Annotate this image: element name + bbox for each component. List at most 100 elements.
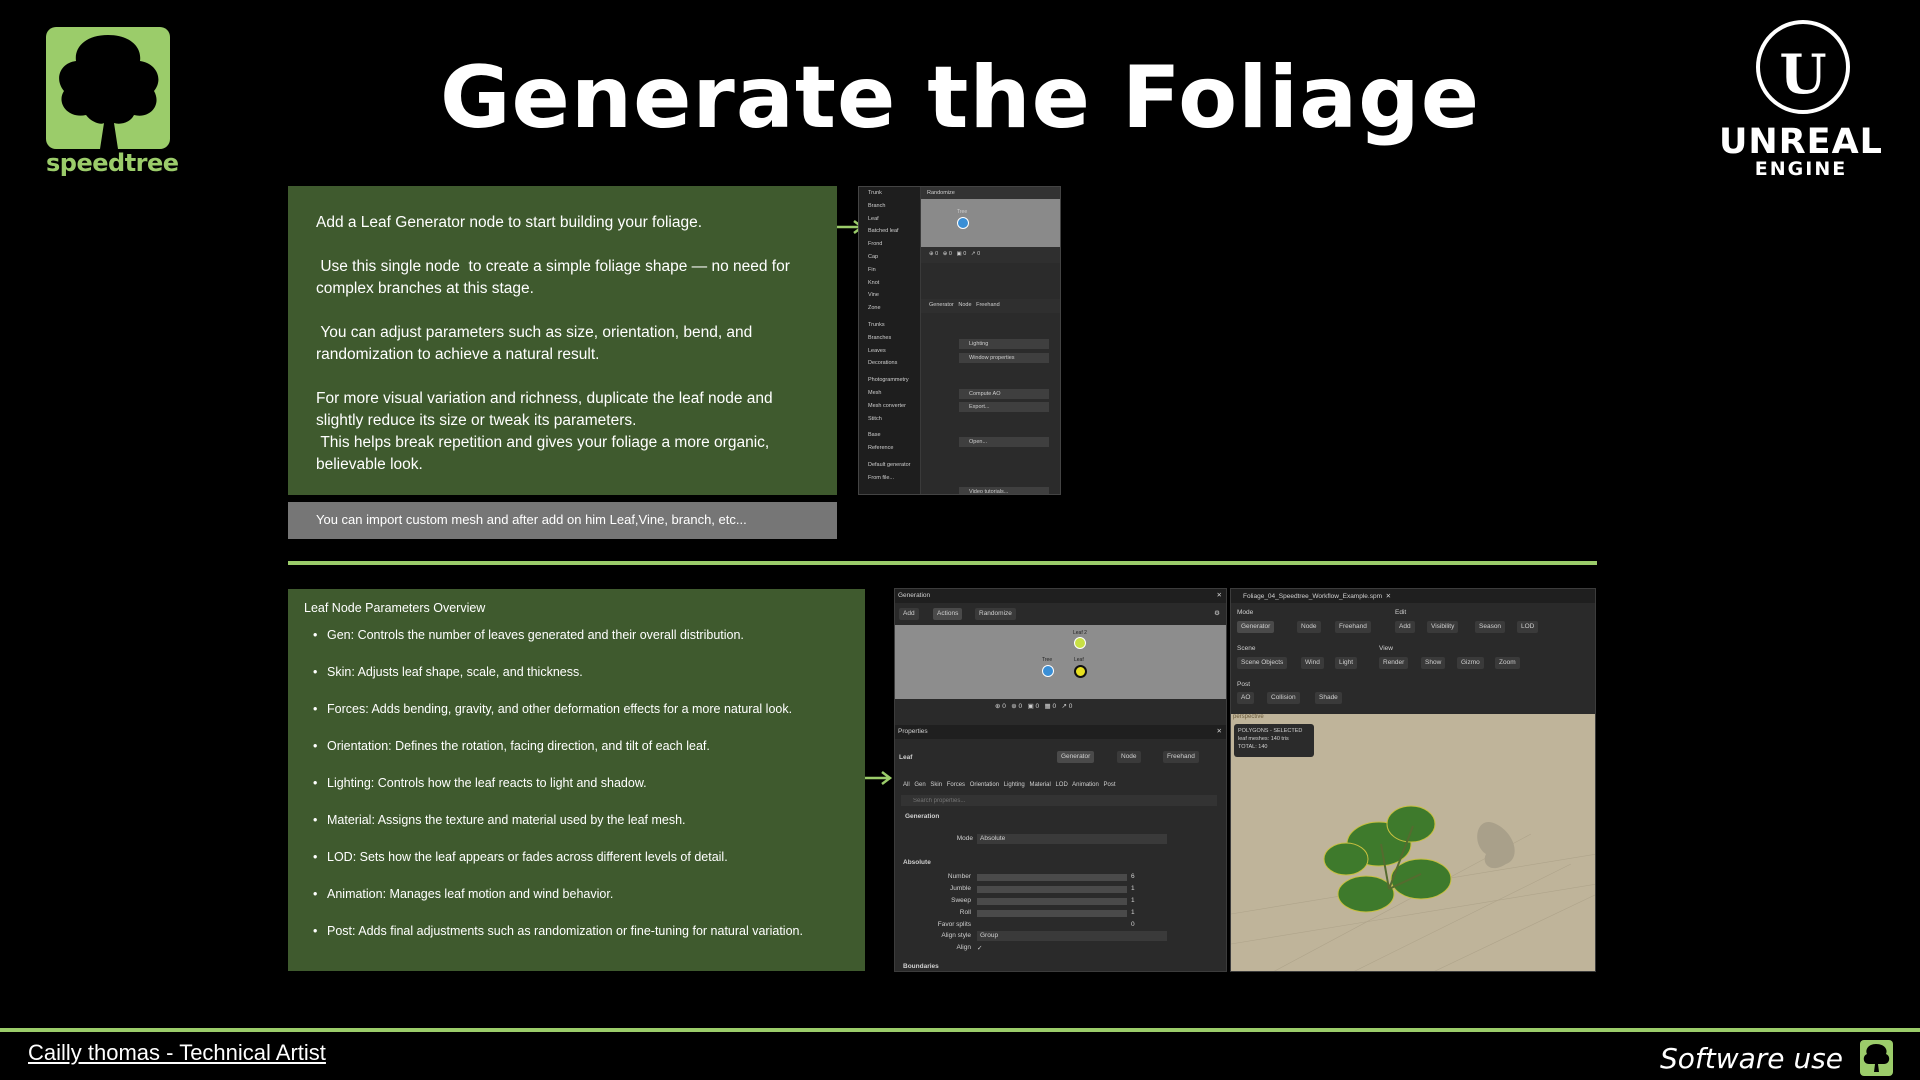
param-value[interactable]: 1 [1131, 883, 1161, 895]
number-slider[interactable] [977, 874, 1127, 881]
param-value[interactable]: 1 [1131, 895, 1161, 907]
node-graph: Tree [921, 199, 1060, 247]
menu-item[interactable]: Trunks [859, 319, 920, 332]
menu-item[interactable]: Base [859, 429, 920, 442]
align-style-select[interactable]: Group [977, 931, 1167, 941]
menu-item[interactable]: Zone [859, 302, 920, 315]
gear-icon[interactable]: ⚙ [1214, 609, 1220, 617]
properties-screenshot: Generation ✕ Add Actions Randomize ⚙ Lea… [894, 588, 1227, 972]
render-button[interactable]: Render [1379, 657, 1409, 669]
subtab[interactable]: Gen [914, 782, 925, 788]
speedtree-small-icon [1860, 1040, 1893, 1076]
param-label: Roll [959, 909, 971, 916]
mode-select[interactable]: Absolute [977, 834, 1167, 844]
shade-button[interactable]: Shade [1315, 692, 1342, 704]
node-button[interactable]: Node [1297, 621, 1321, 633]
menu-item[interactable]: Trunk [859, 187, 920, 200]
gizmo-button[interactable]: Gizmo [1457, 657, 1484, 669]
subtab[interactable]: Post [1104, 782, 1116, 788]
menu-item[interactable]: Branch [859, 200, 920, 213]
menu-item[interactable]: Leaves [859, 345, 920, 358]
export-row[interactable]: Export... [959, 402, 1049, 412]
jumble-slider[interactable] [977, 886, 1127, 893]
menu-item[interactable]: Photogrammetry [859, 374, 920, 387]
tree-node[interactable] [1042, 665, 1054, 677]
compute-ao-row[interactable]: Compute AO [959, 389, 1049, 399]
tab-generator[interactable]: Generator [929, 302, 954, 308]
menu-item[interactable]: Branches [859, 332, 920, 345]
video-tutorials-row[interactable]: Video tutorials... [959, 487, 1049, 494]
menu-item[interactable]: Cap [859, 251, 920, 264]
collision-button[interactable]: Collision [1267, 692, 1300, 704]
wind-button[interactable]: Wind [1301, 657, 1324, 669]
sweep-slider[interactable] [977, 898, 1127, 905]
align-checkbox[interactable]: ✓ [977, 944, 982, 952]
window-properties-row[interactable]: Window properties [959, 353, 1049, 363]
3d-viewport[interactable]: perspective POLYGONS - SELECTED leaf mes… [1231, 714, 1595, 971]
subtab[interactable]: Skin [930, 782, 942, 788]
lighting-row[interactable]: Lighting [959, 339, 1049, 349]
subtab[interactable]: Forces [947, 782, 965, 788]
menu-item[interactable]: Reference [859, 442, 920, 455]
actions-button[interactable]: Actions [933, 608, 963, 620]
scene-label: Scene [1237, 645, 1256, 652]
show-button[interactable]: Show [1421, 657, 1446, 669]
search-input[interactable] [901, 795, 1217, 806]
subtab[interactable]: All [903, 782, 910, 788]
menu-item[interactable]: Mesh [859, 387, 920, 400]
document-tab-title: Foliage_04_Speedtree_Workflow_Example.sp… [1243, 593, 1382, 600]
document-tab[interactable]: Foliage_04_Speedtree_Workflow_Example.sp… [1231, 589, 1595, 603]
menu-item[interactable]: Leaf [859, 213, 920, 226]
light-button[interactable]: Light [1335, 657, 1358, 669]
section-divider [288, 561, 1597, 565]
randomize-button[interactable]: Randomize [921, 187, 1060, 199]
list-item: LOD: Sets how the leaf appears or fades … [304, 850, 849, 887]
author-link[interactable]: Cailly thomas - Technical Artist [28, 1040, 326, 1066]
tab-generator[interactable]: Generator [1057, 751, 1095, 763]
menu-item[interactable]: Knot [859, 277, 920, 290]
scene-objects-button[interactable]: Scene Objects [1237, 657, 1288, 669]
generator-button[interactable]: Generator [1237, 621, 1275, 633]
param-value[interactable]: 6 [1131, 871, 1161, 883]
randomize-button[interactable]: Randomize [975, 608, 1016, 620]
generation-section[interactable]: Generation [905, 813, 939, 820]
param-value[interactable]: 0 [1131, 919, 1161, 931]
menu-item[interactable]: Stitch [859, 413, 920, 426]
node-label: Leaf [1074, 657, 1084, 663]
freehand-button[interactable]: Freehand [1335, 621, 1371, 633]
lod-button[interactable]: LOD [1517, 621, 1539, 633]
open-row[interactable]: Open... [959, 437, 1049, 447]
param-value[interactable]: 1 [1131, 907, 1161, 919]
menu-item[interactable]: Vine [859, 289, 920, 302]
subtab[interactable]: Material [1029, 782, 1050, 788]
leaf2-node[interactable] [1074, 637, 1086, 649]
align-style-label: Align style [941, 932, 971, 939]
subtab[interactable]: Orientation [970, 782, 999, 788]
menu-item[interactable]: Mesh converter [859, 400, 920, 413]
menu-item[interactable]: Default generator [859, 459, 920, 472]
season-button[interactable]: Season [1475, 621, 1506, 633]
add-button[interactable]: Add [1395, 621, 1415, 633]
menu-item[interactable]: Frond [859, 238, 920, 251]
subtab[interactable]: Lighting [1004, 782, 1025, 788]
roll-slider[interactable] [977, 910, 1127, 917]
menu-item[interactable]: From file... [859, 472, 920, 485]
ao-button[interactable]: AO [1237, 692, 1255, 704]
tree-node[interactable] [957, 217, 969, 229]
menu-item[interactable]: Decorations [859, 357, 920, 370]
zoom-button[interactable]: Zoom [1495, 657, 1520, 669]
close-icon[interactable]: ✕ [1217, 727, 1222, 735]
tab-freehand[interactable]: Freehand [1163, 751, 1199, 763]
subtab[interactable]: LOD [1055, 782, 1067, 788]
visibility-button[interactable]: Visibility [1427, 621, 1459, 633]
menu-item[interactable]: Batched leaf [859, 225, 920, 238]
close-icon[interactable]: ✕ [1217, 591, 1222, 599]
menu-item[interactable]: Fin [859, 264, 920, 277]
tab-node[interactable]: Node [958, 302, 971, 308]
add-button[interactable]: Add [899, 608, 919, 620]
subtab[interactable]: Animation [1072, 782, 1099, 788]
tab-node[interactable]: Node [1117, 751, 1141, 763]
leaf-node[interactable] [1074, 665, 1087, 678]
tab-freehand[interactable]: Freehand [976, 302, 1000, 308]
arrow-right-icon [865, 771, 893, 785]
